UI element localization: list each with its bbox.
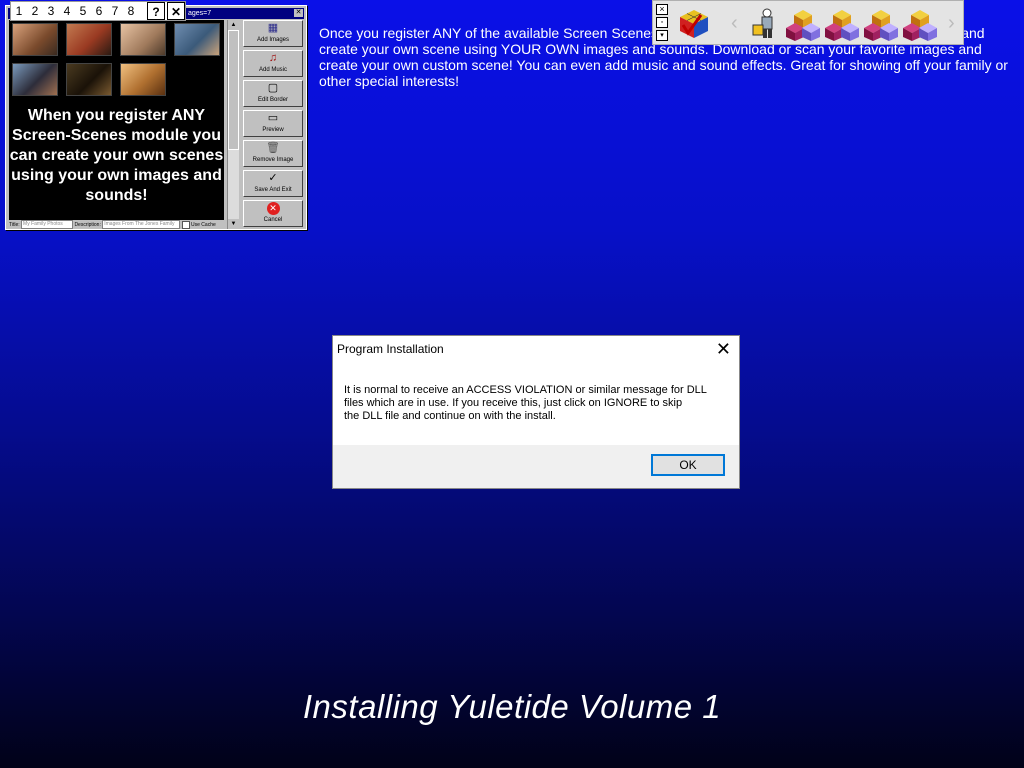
page-5-button[interactable]: 5 (75, 2, 91, 20)
image-thumbnail[interactable] (120, 23, 166, 56)
color-cubes-icon[interactable] (903, 7, 937, 41)
program-installation-dialog: Program Installation ✕ It is normal to r… (332, 335, 740, 489)
page-6-button[interactable]: 6 (91, 2, 107, 20)
dialog-footer: OK (333, 445, 739, 488)
remove-image-button[interactable]: 🗑 Remove Image (243, 140, 303, 167)
monitor-icon: ▭ (267, 112, 279, 124)
border-icon: ▢ (267, 82, 279, 94)
dialog-title: Program Installation (337, 342, 444, 356)
help-button[interactable]: ? (147, 2, 165, 20)
cancel-icon: ✕ (244, 201, 302, 216)
save-and-exit-button[interactable]: ✓ Save And Exit (243, 170, 303, 197)
editor-close-button[interactable]: ✕ (294, 9, 303, 17)
add-images-button[interactable]: ▦ Add Images (243, 20, 303, 47)
ok-button[interactable]: OK (651, 454, 725, 476)
description-label: Description: (74, 222, 101, 228)
scroll-up-arrow[interactable]: ▲ (228, 20, 239, 30)
color-cubes-icon[interactable] (786, 7, 820, 41)
page-2-button[interactable]: 2 (27, 2, 43, 20)
music-icon: ♫ (268, 52, 278, 64)
robot-figure-icon[interactable] (747, 7, 781, 41)
image-thumbnail[interactable] (174, 23, 220, 56)
edit-border-button[interactable]: ▢ Edit Border (243, 80, 303, 107)
title-field[interactable]: My Family Photos (21, 220, 74, 230)
trash-icon: 🗑 (266, 142, 280, 154)
page-3-button[interactable]: 3 (43, 2, 59, 20)
install-status-title: Installing Yuletide Volume 1 (302, 688, 722, 725)
register-overlay-text: When you register ANY Screen-Scenes modu… (9, 107, 224, 204)
image-thumbnail[interactable] (66, 23, 112, 56)
use-cache-label: Use Cache (191, 222, 216, 228)
toolbar-close-icon[interactable]: × (656, 4, 668, 15)
image-thumbnail[interactable] (66, 63, 112, 96)
editor-title: ages=7 (188, 10, 212, 17)
preview-button[interactable]: ▭ Preview (243, 110, 303, 137)
title-label: Title: (9, 222, 20, 228)
page-8-button[interactable]: 8 (123, 2, 139, 20)
page-4-button[interactable]: 4 (59, 2, 75, 20)
dialog-message: It is normal to receive an ACCESS VIOLAT… (344, 384, 707, 422)
scroll-thumb[interactable] (228, 30, 239, 150)
page-7-button[interactable]: 7 (107, 2, 123, 20)
color-cubes-icon[interactable] (825, 7, 859, 41)
chevron-right-icon[interactable]: › (948, 11, 955, 35)
close-button[interactable]: ✕ (167, 2, 185, 20)
toolbar-minimize-icon[interactable]: ▫ (656, 17, 668, 28)
image-thumbnail[interactable] (120, 63, 166, 96)
use-cache-checkbox[interactable] (181, 220, 190, 229)
image-thumbnail[interactable] (12, 63, 58, 96)
cancel-button[interactable]: ✕ Cancel (243, 200, 303, 227)
grid-icon: ▦ (267, 22, 279, 34)
scene-editor-window: ages=7 ✕ When you register ANY Screen-Sc… (5, 5, 307, 230)
image-thumbnail[interactable] (12, 23, 58, 56)
add-music-button[interactable]: ♫ Add Music (243, 50, 303, 77)
chevron-left-icon[interactable]: ‹ (731, 11, 738, 35)
editor-footer: Title: My Family Photos Description: Ima… (9, 220, 227, 230)
description-field[interactable]: Images From The Jones Family (102, 220, 181, 230)
check-icon: ✓ (268, 172, 278, 184)
rubiks-cube-check-icon[interactable] (677, 7, 711, 41)
scene-toolbar: × ▫ ▾ ‹ › (652, 0, 964, 45)
page-number-bar: 1 2 3 4 5 6 7 8 ? ✕ (10, 1, 186, 21)
editor-scrollbar[interactable]: ▲ ▼ (227, 20, 239, 229)
page-1-button[interactable]: 1 (11, 2, 27, 20)
color-cubes-icon[interactable] (864, 7, 898, 41)
dialog-close-icon[interactable]: ✕ (716, 340, 731, 358)
scroll-down-arrow[interactable]: ▼ (228, 219, 239, 229)
toolbar-dropdown-icon[interactable]: ▾ (656, 30, 668, 41)
